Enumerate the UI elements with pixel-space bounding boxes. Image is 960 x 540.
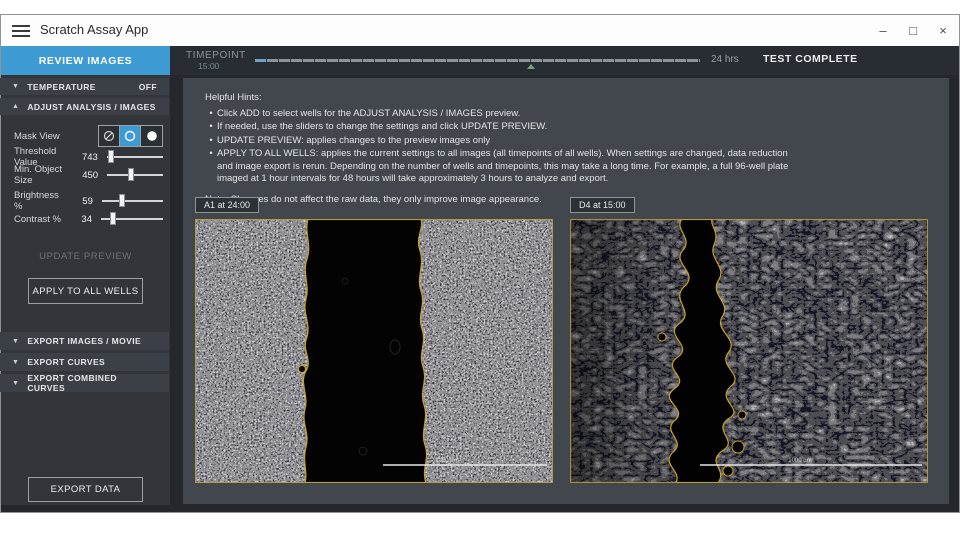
chevron-down-icon: ▼: [12, 380, 19, 387]
contrast-slider[interactable]: [101, 211, 163, 227]
slider-row-min-object: Min. Object Size 450: [0, 167, 169, 183]
export-curves-label: EXPORT CURVES: [27, 357, 105, 367]
min-object-slider-handle[interactable]: [128, 168, 134, 181]
brightness-slider[interactable]: [102, 193, 163, 209]
hints-list: •Click ADD to select wells for the ADJUS…: [205, 108, 805, 186]
chevron-down-icon: ▼: [12, 83, 19, 90]
well-label-d4: D4 at 15:00: [570, 197, 635, 213]
timepoint-slider-marker[interactable]: [527, 64, 535, 69]
mask-filled-icon[interactable]: [141, 126, 162, 146]
contrast-label: Contrast %: [14, 214, 61, 225]
mask-view-label: Mask View: [14, 131, 60, 142]
slider-row-brightness: Brightness % 59: [0, 193, 169, 209]
threshold-slider[interactable]: [107, 149, 163, 165]
update-preview-button[interactable]: UPDATE PREVIEW: [1, 251, 170, 262]
hints-title: Helpful Hints:: [205, 92, 805, 105]
tab-review-images[interactable]: REVIEW IMAGES: [1, 46, 170, 75]
timepoint-end-label: 24 hrs: [711, 54, 739, 65]
mask-view-toggle-group: [98, 125, 163, 147]
window-controls: – □ ×: [868, 15, 958, 46]
mask-outline-island: [732, 441, 744, 453]
maximize-icon[interactable]: □: [898, 15, 928, 46]
section-adjust-analysis[interactable]: ▲ ADJUST ANALYSIS / IMAGES: [0, 98, 169, 115]
mask-outline-icon[interactable]: [120, 126, 141, 146]
export-images-label: EXPORT IMAGES / MOVIE: [27, 336, 141, 346]
section-export-curves[interactable]: ▼ EXPORT CURVES: [0, 353, 169, 371]
mask-outline-island: [658, 333, 666, 341]
section-export-combined-curves[interactable]: ▼ EXPORT COMBINED CURVES: [0, 374, 169, 392]
preview-image-d4[interactable]: 1000 µm: [570, 219, 928, 483]
brightness-label: Brightness %: [14, 190, 69, 212]
hint-item: •UPDATE PREVIEW: applies changes to the …: [205, 135, 805, 148]
contrast-value: 34: [68, 214, 92, 225]
brightness-value: 59: [69, 196, 93, 207]
section-temperature-label: TEMPERATURE: [27, 82, 95, 92]
threshold-value: 743: [76, 152, 98, 163]
dim-overlay: [570, 219, 928, 483]
temperature-value: OFF: [139, 82, 157, 92]
helpful-hints: Helpful Hints: •Click ADD to select well…: [205, 92, 805, 206]
hamburger-menu-icon[interactable]: [12, 25, 30, 37]
scale-bar-label: 1000 µm: [788, 458, 811, 464]
threshold-slider-handle[interactable]: [108, 150, 114, 163]
preview-image-a1[interactable]: 1000 µm: [195, 219, 553, 483]
test-status-label: TEST COMPLETE: [763, 53, 858, 65]
brightness-slider-handle[interactable]: [119, 194, 125, 207]
main-panel: Helpful Hints: •Click ADD to select well…: [183, 78, 949, 504]
window-title: Scratch Assay App: [40, 22, 148, 37]
close-icon[interactable]: ×: [928, 15, 958, 46]
export-combined-curves-label: EXPORT COMBINED CURVES: [27, 373, 157, 393]
hint-item: •APPLY TO ALL WELLS: applies the current…: [205, 148, 805, 186]
mask-outline-island: [723, 466, 733, 476]
slider-row-contrast: Contrast % 34: [0, 211, 169, 227]
timepoint-current-time: 15:00: [198, 61, 219, 71]
hints-note: Note: Changes do not affect the raw data…: [205, 194, 805, 207]
well-label-a1: A1 at 24:00: [195, 197, 259, 213]
apply-to-all-wells-button[interactable]: APPLY TO ALL WELLS: [28, 278, 143, 304]
mask-outline-loop: [299, 366, 306, 373]
contrast-slider-handle[interactable]: [110, 212, 116, 225]
timepoint-bar: TIMEPOINT 15:00 24 hrs TEST COMPLETE: [170, 46, 959, 75]
scratch-wound-region: [303, 219, 426, 483]
timepoint-slider-track[interactable]: [255, 59, 700, 62]
section-adjust-label: ADJUST ANALYSIS / IMAGES: [27, 102, 155, 112]
screenshot-stage: Scratch Assay App – □ × REVIEW IMAGES TI…: [0, 0, 960, 540]
export-data-button[interactable]: EXPORT DATA: [28, 477, 143, 502]
chevron-down-icon: ▼: [12, 338, 19, 345]
chevron-down-icon: ▼: [12, 359, 19, 366]
mask-outline-island: [738, 411, 746, 419]
mask-off-icon[interactable]: [99, 126, 120, 146]
min-object-label: Min. Object Size: [14, 164, 76, 186]
timepoint-label: TIMEPOINT: [186, 50, 246, 61]
minimize-icon[interactable]: –: [868, 15, 898, 46]
min-object-slider[interactable]: [107, 167, 163, 183]
section-temperature[interactable]: ▼ TEMPERATURE OFF: [0, 78, 169, 95]
min-object-value: 450: [76, 170, 98, 181]
section-export-images[interactable]: ▼ EXPORT IMAGES / MOVIE: [0, 332, 169, 350]
timepoint-slider[interactable]: [255, 56, 700, 70]
chevron-up-icon: ▲: [12, 103, 19, 110]
scale-bar-label: 1000 µm: [435, 458, 458, 464]
hint-item: •If needed, use the sliders to change th…: [205, 121, 805, 134]
hint-item: •Click ADD to select wells for the ADJUS…: [205, 108, 805, 121]
slider-row-threshold: Threshold Value 743: [0, 149, 169, 165]
